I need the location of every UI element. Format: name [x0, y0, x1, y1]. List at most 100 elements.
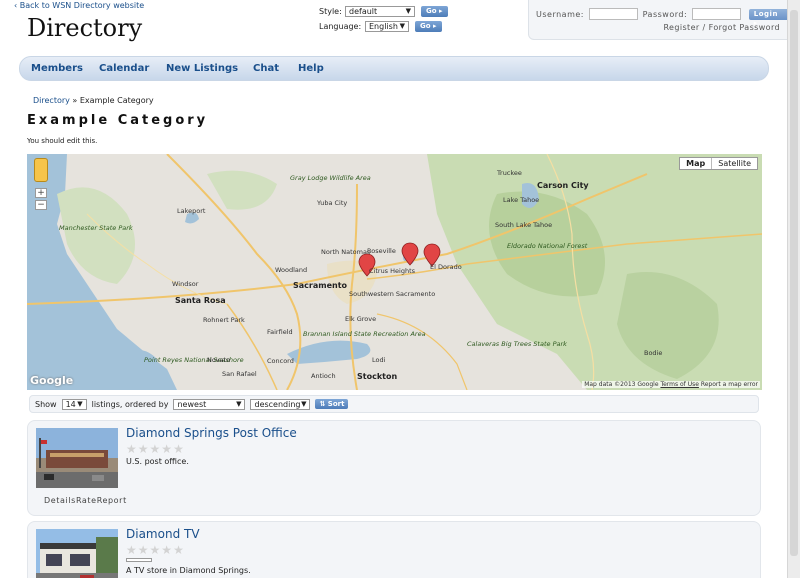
listing-item: Diamond Springs Post Office ★ ★ ★ ★ ★ U.… [27, 420, 761, 516]
category-description: You should edit this. [27, 137, 98, 145]
map-label: Antioch [311, 372, 336, 380]
language-selector-row: Language: English ▼ Go ▸ [319, 21, 442, 32]
map-type-satellite-button[interactable]: Satellite [712, 158, 757, 169]
sort-button[interactable]: ⇅ Sort [315, 399, 349, 409]
map-label: Citrus Heights [369, 267, 416, 275]
login-links: Register / Forgot Password [663, 23, 780, 32]
order-field-select[interactable]: newest ▼ [173, 398, 246, 410]
listing-photo[interactable] [36, 529, 118, 578]
map-label: Roseville [367, 247, 396, 255]
chevron-down-icon: ▼ [301, 399, 307, 408]
star-icon[interactable]: ★ [150, 443, 161, 455]
map-label: Yuba City [317, 199, 348, 207]
map-label: Rohnert Park [203, 316, 245, 324]
star-icon[interactable]: ★ [161, 544, 172, 556]
sort-bar: Show 14 ▼ listings, ordered by newest ▼ … [29, 395, 759, 413]
map-label: Brannan Island State Recreation Area [303, 330, 426, 338]
map-label: Stockton [357, 372, 398, 381]
back-to-website-link[interactable]: ‹ Back to WSN Directory website [14, 1, 144, 10]
google-logo: Google [30, 374, 74, 387]
star-icon[interactable]: ★ [138, 544, 149, 556]
listing-count-select[interactable]: 14 ▼ [61, 398, 87, 410]
login-box: Username: Password: Login ▸ Register / F… [528, 0, 790, 40]
nav-item-help[interactable]: Help [298, 63, 324, 74]
listing-title-link[interactable]: Diamond TV [126, 527, 200, 541]
map-label: Fairfield [267, 328, 293, 336]
map-type-control: Map Satellite [679, 157, 758, 170]
style-label: Style: [319, 7, 342, 16]
language-select[interactable]: English ▼ [365, 21, 409, 32]
map-label: Truckee [497, 169, 522, 177]
map-label: Windsor [172, 280, 199, 288]
star-icon[interactable]: ★ [126, 443, 137, 455]
listing-description: U.S. post office. [126, 457, 189, 466]
sort-direction-select[interactable]: descending ▼ [250, 398, 311, 410]
site-title: Directory [27, 14, 143, 42]
map-label: South Lake Tahoe [495, 221, 553, 229]
star-icon[interactable]: ★ [150, 544, 161, 556]
style-select[interactable]: default ▼ [345, 6, 415, 17]
map-label: Woodland [275, 266, 308, 274]
star-icon[interactable]: ★ [138, 443, 149, 455]
star-icon[interactable]: ★ [173, 544, 184, 556]
style-go-button[interactable]: Go ▸ [421, 6, 448, 17]
listing-title-link[interactable]: Diamond Springs Post Office [126, 426, 297, 440]
map-label: Lakeport [177, 207, 206, 215]
listing-description: A TV store in Diamond Springs. [126, 566, 251, 575]
star-icon[interactable]: ★ [126, 544, 137, 556]
map-label: Southwestern Sacramento [349, 290, 436, 298]
password-input[interactable] [692, 8, 741, 20]
chevron-down-icon: ▼ [405, 7, 411, 15]
rating-stars[interactable]: ★ ★ ★ ★ ★ [126, 443, 185, 455]
rating-stars[interactable]: ★ ★ ★ ★ ★ [126, 544, 185, 556]
login-row: Username: Password: Login ▸ [536, 8, 789, 27]
zoom-out-button[interactable]: − [35, 200, 47, 210]
ordered-by-label: listings, ordered by [91, 399, 169, 409]
breadcrumb: Directory » Example Category [33, 96, 154, 105]
login-button[interactable]: Login ▸ [748, 8, 789, 27]
listing-actions: Details Rate Report [44, 496, 127, 505]
map-label: Sacramento [293, 281, 348, 290]
username-label: Username: [536, 9, 584, 19]
chevron-down-icon: ▼ [77, 399, 83, 408]
star-icon[interactable]: ★ [161, 443, 172, 455]
map-label: Lodi [372, 356, 386, 364]
nav-item-new-listings[interactable]: New Listings [166, 63, 238, 74]
star-icon[interactable]: ★ [173, 443, 184, 455]
map-label: Lake Tahoe [503, 196, 540, 204]
terms-of-use-link[interactable]: Terms of Use [660, 381, 698, 388]
map-data-text: Map data ©2013 Google [584, 381, 659, 388]
chevron-down-icon: ▼ [236, 399, 242, 408]
username-input[interactable] [588, 8, 638, 20]
rate-link[interactable]: Rate [76, 496, 97, 505]
password-label: Password: [642, 9, 688, 19]
report-map-error-link[interactable]: Report a map error [701, 381, 758, 388]
listing-count-value: 14 [65, 399, 76, 409]
listings-map[interactable]: + − Map Satellite Gray Lodge Wildlife Ar… [27, 154, 762, 390]
zoom-in-button[interactable]: + [35, 188, 47, 198]
breadcrumb-root-link[interactable]: Directory [33, 96, 70, 105]
report-link[interactable]: Report [97, 496, 127, 505]
forgot-password-link[interactable]: Forgot Password [709, 23, 780, 32]
nav-item-members[interactable]: Members [31, 63, 83, 74]
language-go-button[interactable]: Go ▸ [415, 21, 442, 32]
register-link[interactable]: Register [663, 23, 699, 32]
map-label: El Dorado [430, 263, 462, 271]
scrollbar-thumb[interactable] [790, 10, 798, 556]
map-label: Carson City [537, 181, 589, 190]
map-type-map-button[interactable]: Map [680, 158, 713, 169]
style-select-value: default [349, 7, 378, 16]
rating-bar [126, 558, 152, 562]
street-view-pegman-icon[interactable] [34, 158, 48, 182]
nav-item-chat[interactable]: Chat [253, 63, 279, 74]
breadcrumb-separator: » [72, 96, 78, 105]
map-label: San Rafael [222, 370, 257, 378]
style-selector-row: Style: default ▼ Go ▸ [319, 6, 448, 17]
listing-photo[interactable] [36, 428, 118, 488]
map-label: Novato [207, 356, 231, 364]
language-label: Language: [319, 22, 362, 31]
page-scrollbar[interactable] [787, 0, 800, 578]
nav-item-calendar[interactable]: Calendar [99, 63, 149, 74]
details-link[interactable]: Details [44, 496, 76, 505]
map-attribution: Map data ©2013 Google Terms of Use Repor… [582, 381, 760, 388]
